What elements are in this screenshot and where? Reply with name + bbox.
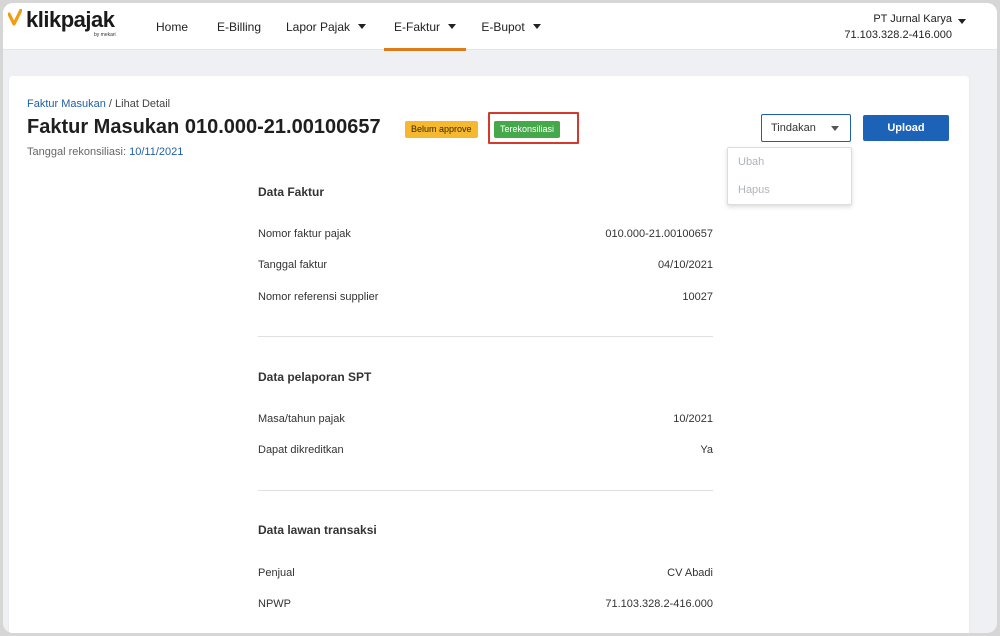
breadcrumb-link-faktur-masukan[interactable]: Faktur Masukan bbox=[27, 98, 106, 110]
nav-e-bupot-label: E-Bupot bbox=[481, 19, 525, 34]
row-label: NPWP bbox=[258, 598, 291, 610]
row-value: 04/10/2021 bbox=[657, 259, 713, 271]
row-value: 010.000-21.00100657 bbox=[605, 228, 713, 240]
row-label: Nomor referensi supplier bbox=[258, 291, 379, 303]
reconciliation-date-value: 10/11/2021 bbox=[129, 146, 184, 158]
breadcrumb: Faktur Masukan / Lihat Detail bbox=[27, 98, 170, 110]
row-label: Penjual bbox=[258, 567, 295, 579]
section-title-data-lawan-transaksi: Data lawan transaksi bbox=[258, 523, 377, 537]
row-label: Tanggal faktur bbox=[258, 259, 328, 271]
section-title-data-faktur: Data Faktur bbox=[258, 185, 325, 199]
menu-item-hapus[interactable]: Hapus bbox=[738, 184, 770, 196]
nav-lapor-pajak-label: Lapor Pajak bbox=[285, 19, 351, 34]
caret-down-icon bbox=[831, 126, 839, 131]
nav-e-bupot[interactable]: E-Bupot bbox=[476, 3, 546, 50]
row-value: Ya bbox=[700, 444, 713, 456]
company-name: PT Jurnal Karya bbox=[873, 13, 952, 25]
logo-subtext: by mekari bbox=[94, 32, 116, 38]
nav-e-billing-label: E-Billing bbox=[216, 19, 261, 34]
detail-card: Faktur Masukan / Lihat Detail Faktur Mas… bbox=[9, 76, 969, 633]
section-title-data-pelaporan-spt: Data pelaporan SPT bbox=[258, 370, 372, 384]
nav-home[interactable]: Home bbox=[149, 3, 195, 50]
caret-down-icon bbox=[448, 24, 456, 29]
nav-home-label: Home bbox=[155, 19, 188, 34]
nav-e-faktur-label: E-Faktur bbox=[393, 19, 440, 34]
company-npwp: 71.103.328.2-416.000 bbox=[844, 29, 952, 41]
row-value: 10027 bbox=[682, 291, 713, 303]
klikpajak-logo[interactable]: klikpajak by mekari bbox=[8, 7, 128, 39]
app-window: klikpajak by mekari Home E-Billing Lapor… bbox=[3, 3, 997, 633]
reconciliation-date-label: Tanggal rekonsiliasi: bbox=[27, 146, 130, 158]
nav-e-faktur[interactable]: E-Faktur bbox=[384, 3, 466, 51]
tindakan-label: Tindakan bbox=[771, 122, 816, 134]
company-switcher[interactable]: PT Jurnal Karya 71.103.328.2-416.000 bbox=[844, 11, 952, 43]
breadcrumb-separator: / bbox=[105, 98, 116, 110]
page-title: Faktur Masukan 010.000-21.00100657 bbox=[27, 116, 381, 138]
nav-lapor-pajak[interactable]: Lapor Pajak bbox=[283, 3, 369, 50]
company-caret-down-icon[interactable] bbox=[958, 19, 966, 24]
logo-check-icon bbox=[8, 9, 22, 26]
caret-down-icon bbox=[532, 24, 541, 29]
upload-button[interactable]: Upload bbox=[863, 115, 949, 141]
tindakan-menu: Ubah Hapus bbox=[727, 147, 852, 205]
highlight-annotation-box bbox=[488, 112, 579, 144]
tindakan-dropdown-button[interactable]: Tindakan bbox=[761, 114, 851, 142]
row-value: 10/2021 bbox=[673, 413, 713, 425]
nav-e-billing[interactable]: E-Billing bbox=[209, 3, 269, 50]
section-divider bbox=[258, 490, 713, 491]
reconciliation-date: Tanggal rekonsiliasi: 10/11/2021 bbox=[27, 146, 183, 158]
row-label: Nomor faktur pajak bbox=[258, 228, 351, 240]
section-divider bbox=[258, 336, 713, 337]
status-badge-belum-approve: Belum approve bbox=[405, 121, 478, 138]
row-value: 71.103.328.2-416.000 bbox=[605, 598, 713, 610]
row-label: Masa/tahun pajak bbox=[258, 413, 345, 425]
logo-text: klikpajak bbox=[26, 7, 115, 32]
row-label: Dapat dikreditkan bbox=[258, 444, 344, 456]
top-navbar: klikpajak by mekari Home E-Billing Lapor… bbox=[3, 3, 997, 51]
menu-item-ubah[interactable]: Ubah bbox=[738, 156, 764, 168]
row-value: CV Abadi bbox=[667, 567, 713, 579]
caret-down-icon bbox=[358, 24, 367, 29]
breadcrumb-current: Lihat Detail bbox=[115, 98, 171, 110]
